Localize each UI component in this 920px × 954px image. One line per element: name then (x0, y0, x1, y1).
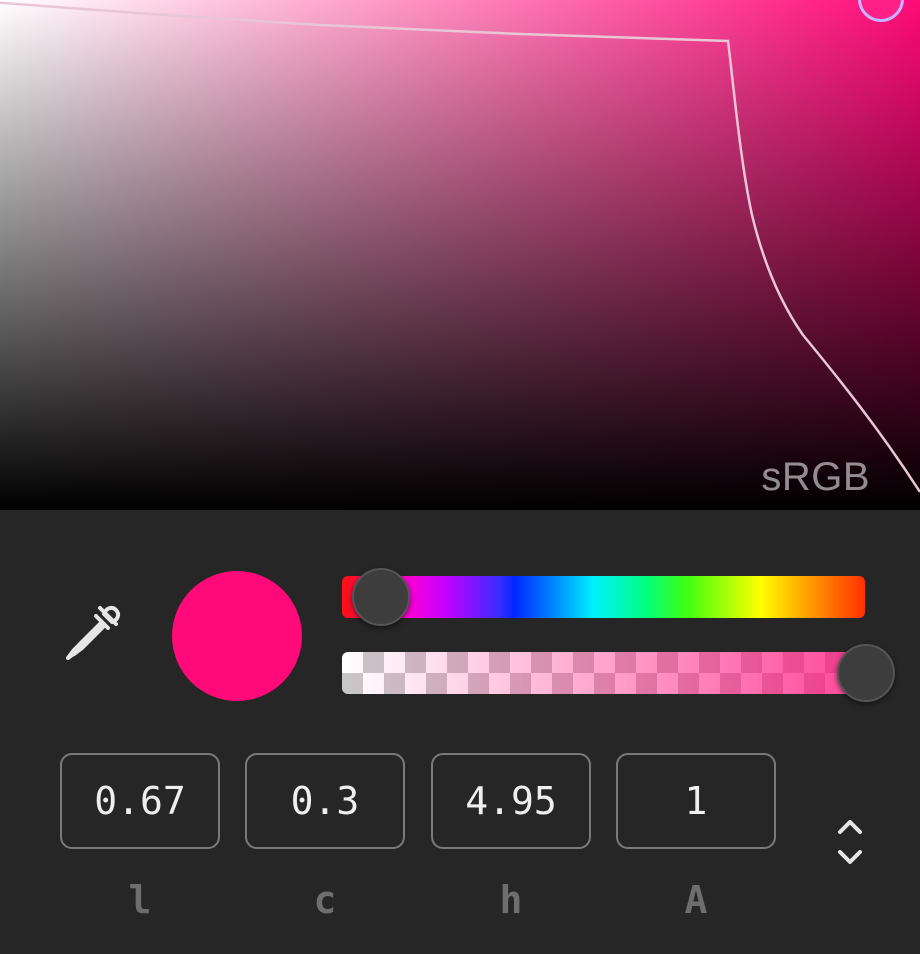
color-area[interactable]: sRGB (0, 0, 920, 510)
gamut-label: sRGB (761, 455, 870, 499)
hue-label: h (499, 878, 523, 922)
hue-slider-track[interactable] (342, 576, 865, 618)
chroma-label: c (313, 878, 337, 922)
alpha-gradient (342, 652, 865, 694)
eyedropper-icon[interactable] (60, 602, 122, 664)
alpha-slider-thumb[interactable] (837, 644, 895, 702)
alpha-label: A (684, 878, 708, 922)
current-color-swatch (172, 571, 302, 701)
alpha-slider-track[interactable] (342, 652, 865, 694)
hue-slider-thumb[interactable] (352, 568, 410, 626)
chevron-up-down-icon[interactable] (832, 816, 868, 868)
lightness-label: l (128, 878, 152, 922)
alpha-input[interactable] (616, 753, 776, 849)
hue-input[interactable] (431, 753, 591, 849)
chroma-input[interactable] (245, 753, 405, 849)
lightness-input[interactable] (60, 753, 220, 849)
gamut-boundary-line (0, 1, 920, 493)
